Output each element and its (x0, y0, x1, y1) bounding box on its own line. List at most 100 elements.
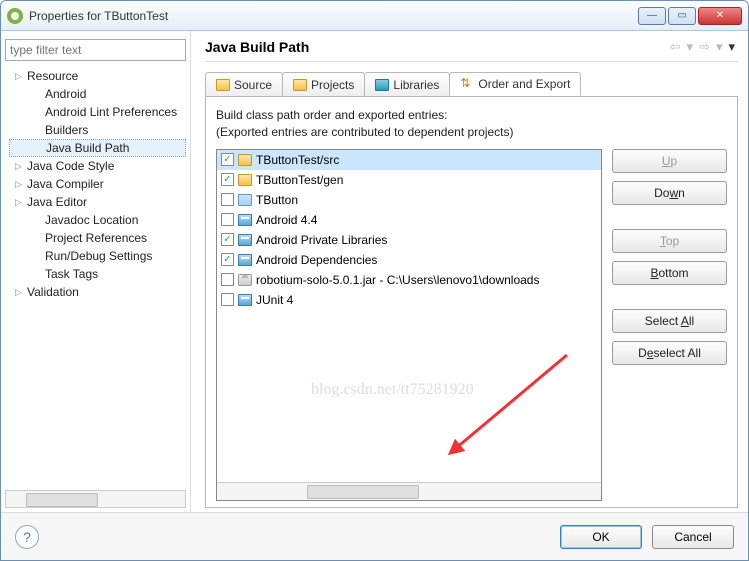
tab-projects[interactable]: Projects (282, 72, 365, 96)
main-panel: Java Build Path ⇦ ▾ ⇨ ▾ ▾ SourceProjects… (191, 31, 748, 512)
forward-icon[interactable]: ⇨ (696, 39, 713, 55)
list-item[interactable]: TButton (217, 190, 601, 210)
tree-item[interactable]: Javadoc Location (9, 211, 186, 229)
desc-line2: (Exported entries are contributed to dep… (216, 124, 727, 141)
nav-tree[interactable]: ▷ResourceAndroidAndroid Lint Preferences… (5, 67, 186, 486)
list-item[interactable]: JUnit 4 (217, 290, 601, 310)
tree-item-label: Javadoc Location (45, 213, 138, 227)
tab-source[interactable]: Source (205, 72, 283, 96)
maximize-button[interactable]: ▭ (668, 7, 696, 25)
checkbox[interactable] (221, 273, 234, 286)
list-item-label: Android 4.4 (256, 213, 317, 227)
pkg-icon (238, 174, 252, 186)
tree-item[interactable]: Android Lint Preferences (9, 103, 186, 121)
window-title: Properties for TButtonTest (29, 9, 638, 23)
sidebar: ▷ResourceAndroidAndroid Lint Preferences… (1, 31, 191, 512)
checkbox[interactable] (221, 293, 234, 306)
desc-line1: Build class path order and exported entr… (216, 107, 727, 124)
checkbox[interactable]: ✓ (221, 233, 234, 246)
list-item-label: Android Private Libraries (256, 233, 387, 247)
list-item-label: Android Dependencies (256, 253, 377, 267)
list-item[interactable]: ✓TButtonTest/src (217, 150, 601, 170)
tree-item-label: Task Tags (45, 267, 98, 281)
tree-item-label: Validation (27, 285, 79, 299)
tree-item[interactable]: Task Tags (9, 265, 186, 283)
app-icon (7, 8, 23, 24)
filter-input[interactable] (5, 39, 186, 61)
cancel-button[interactable]: Cancel (652, 525, 734, 549)
minimize-button[interactable]: — (638, 7, 666, 25)
tree-item-label: Project References (45, 231, 147, 245)
checkbox[interactable] (221, 213, 234, 226)
tree-item-label: Android (45, 87, 86, 101)
arrows-icon (460, 78, 474, 90)
list-item[interactable]: ✓ Android Dependencies (217, 250, 601, 270)
help-button[interactable]: ? (15, 525, 39, 549)
expand-icon: ▷ (15, 161, 25, 172)
expand-icon: ▷ (15, 179, 25, 190)
down-button[interactable]: Down (612, 181, 727, 205)
tree-item-label: Java Editor (27, 195, 87, 209)
select-all-button[interactable]: Select All (612, 309, 727, 333)
top-button[interactable]: Top (612, 229, 727, 253)
expand-icon: ▷ (15, 197, 25, 208)
tab-label: Source (234, 78, 272, 92)
list-item[interactable]: robotium-solo-5.0.1.jar - C:\Users\lenov… (217, 270, 601, 290)
checkbox[interactable]: ✓ (221, 253, 234, 266)
lib-icon (375, 79, 389, 91)
tab-label: Projects (311, 78, 354, 92)
jar-icon (238, 274, 252, 286)
tree-item-label: Resource (27, 69, 78, 83)
tree-item-label: Run/Debug Settings (45, 249, 152, 263)
checkbox[interactable] (221, 193, 234, 206)
list-item[interactable]: ✓ Android Private Libraries (217, 230, 601, 250)
tree-item[interactable]: ▷Java Editor (9, 193, 186, 211)
tree-item-label: Java Build Path (46, 141, 129, 155)
deselect-all-button[interactable]: Deselect All (612, 341, 727, 365)
list-item-label: robotium-solo-5.0.1.jar - C:\Users\lenov… (256, 273, 539, 287)
tree-item[interactable]: ▷Java Compiler (9, 175, 186, 193)
list-scrollbar[interactable] (217, 482, 601, 500)
list-item[interactable]: Android 4.4 (217, 210, 601, 230)
titlebar: Properties for TButtonTest — ▭ ✕ (1, 1, 748, 31)
back-menu-icon[interactable]: ▾ (684, 39, 697, 55)
ok-button[interactable]: OK (560, 525, 642, 549)
tree-item-label: Java Code Style (27, 159, 114, 173)
tree-item[interactable]: Run/Debug Settings (9, 247, 186, 265)
libstack-icon (238, 254, 252, 266)
tree-item[interactable]: Android (9, 85, 186, 103)
tree-item[interactable]: ▷Resource (9, 67, 186, 85)
folder-icon (216, 79, 230, 91)
tree-item[interactable]: ▷Java Code Style (9, 157, 186, 175)
bottom-button[interactable]: Bottom (612, 261, 727, 285)
tab-label: Libraries (393, 78, 439, 92)
tree-item-label: Java Compiler (27, 177, 104, 191)
tab-libraries[interactable]: Libraries (364, 72, 450, 96)
up-button[interactable]: Up (612, 149, 727, 173)
list-item-label: TButtonTest/gen (256, 173, 343, 187)
tree-item[interactable]: ▷Validation (9, 283, 186, 301)
tab-panel: Build class path order and exported entr… (205, 96, 738, 508)
libstack-icon (238, 214, 252, 226)
list-item[interactable]: ✓ TButtonTest/gen (217, 170, 601, 190)
view-menu-icon[interactable]: ▾ (725, 39, 738, 55)
list-item-label: TButton (256, 193, 298, 207)
entries-list[interactable]: ✓TButtonTest/src✓TButtonTest/genTButtonA… (216, 149, 602, 501)
tree-item-label: Android Lint Preferences (45, 105, 177, 119)
dialog-footer: ? OK Cancel (1, 512, 748, 560)
tree-item[interactable]: Project References (9, 229, 186, 247)
libstack-icon (238, 294, 252, 306)
checkbox[interactable]: ✓ (221, 153, 234, 166)
pkg-icon (238, 154, 252, 166)
tree-item[interactable]: Java Build Path (9, 139, 186, 157)
back-icon[interactable]: ⇦ (667, 39, 684, 55)
tree-item[interactable]: Builders (9, 121, 186, 139)
tab-order-and-export[interactable]: Order and Export (449, 72, 581, 96)
sidebar-scrollbar[interactable] (5, 490, 186, 508)
expand-icon: ▷ (15, 71, 25, 82)
checkbox[interactable]: ✓ (221, 173, 234, 186)
forward-menu-icon[interactable]: ▾ (713, 39, 726, 55)
close-button[interactable]: ✕ (698, 7, 742, 25)
tab-label: Order and Export (478, 77, 570, 91)
list-item-label: JUnit 4 (256, 293, 293, 307)
